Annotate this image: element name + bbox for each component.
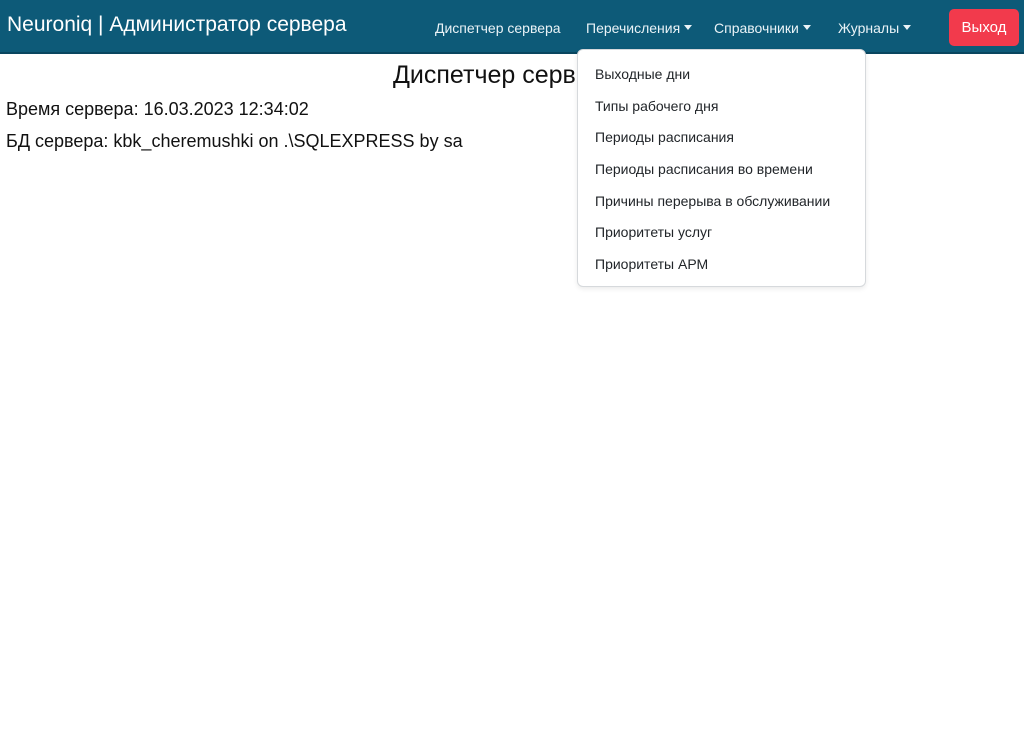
nav-references-dropdown[interactable]: Справочники (714, 19, 811, 37)
nav-journals-dropdown[interactable]: Журналы (838, 19, 912, 37)
dropdown-item-schedule-periods-in-time[interactable]: Периоды расписания во времени (595, 160, 813, 178)
dropdown-item-workday-types[interactable]: Типы рабочего дня (595, 97, 718, 115)
dropdown-item-workstation-priorities[interactable]: Приоритеты АРМ (595, 255, 708, 273)
nav-server-dispatcher-label: Диспетчер сервера (435, 20, 561, 36)
server-time-text: Время сервера: 16.03.2023 12:34:02 (6, 99, 309, 119)
caret-down-icon (802, 25, 811, 30)
logout-button[interactable]: Выход (949, 9, 1019, 46)
caret-down-icon (903, 25, 912, 30)
enumerations-dropdown-menu: Выходные дни Типы рабочего дня Периоды р… (577, 49, 866, 287)
nav-journals-label: Журналы (838, 20, 900, 36)
top-navbar: Neuroniq | Администратор сервера Диспетч… (0, 0, 1024, 54)
dropdown-item-schedule-periods[interactable]: Периоды расписания (595, 128, 734, 146)
dropdown-item-service-break-reasons[interactable]: Причины перерыва в обслуживании (595, 192, 830, 210)
dropdown-item-days-off[interactable]: Выходные дни (595, 65, 690, 83)
nav-server-dispatcher[interactable]: Диспетчер сервера (435, 19, 561, 37)
nav-enumerations-dropdown[interactable]: Перечисления (586, 19, 693, 37)
caret-down-icon (684, 25, 693, 30)
server-db-text: БД сервера: kbk_cheremushki on .\SQLEXPR… (6, 131, 463, 151)
nav-enumerations-label: Перечисления (586, 20, 681, 36)
brand-title[interactable]: Neuroniq | Администратор сервера (7, 12, 347, 38)
dropdown-item-service-priorities[interactable]: Приоритеты услуг (595, 223, 712, 241)
nav-references-label: Справочники (714, 20, 799, 36)
page-title: Диспетчер серв (393, 61, 576, 89)
